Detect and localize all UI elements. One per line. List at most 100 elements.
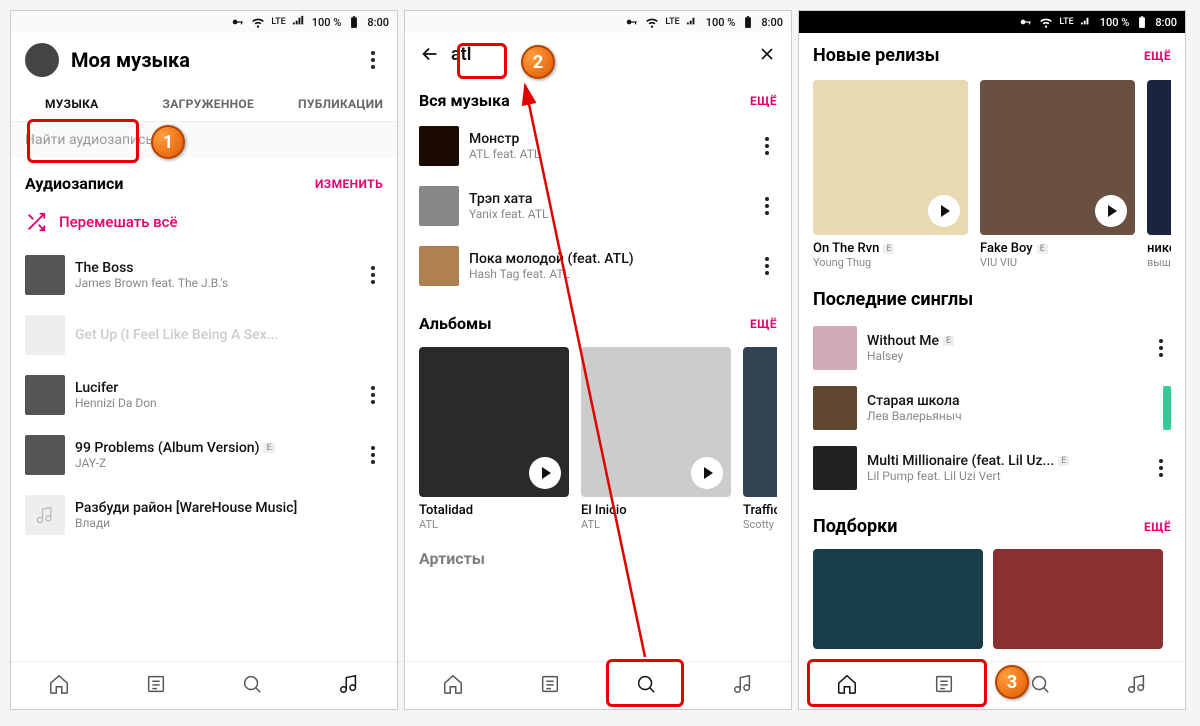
screen-search: LTE 100 % 8:00 Вся музыка ЕЩЁ МонстрATL f… <box>404 10 792 710</box>
release-card[interactable]: On The RvnEYoung Thug <box>813 80 968 265</box>
status-bar: LTE 100 % 8:00 <box>11 11 397 33</box>
nav-feed[interactable] <box>145 673 167 699</box>
nav-search[interactable] <box>1029 673 1051 699</box>
section-audio: Аудиозаписи <box>25 174 123 193</box>
section-singles: Последние синглы <box>813 289 973 310</box>
section-artists: Артисты <box>419 549 485 568</box>
nav-home[interactable] <box>48 673 70 699</box>
key-icon <box>1019 15 1033 29</box>
track-more-icon[interactable] <box>1151 458 1171 478</box>
track-row[interactable]: The BossJames Brown feat. The J.B.'s <box>25 247 383 303</box>
track-row[interactable]: Пока молодой (feat. ATL)Hash Tag feat. A… <box>419 238 777 294</box>
track-more-icon[interactable] <box>757 136 777 156</box>
track-row[interactable]: Get Up (I Feel Like Being A Sex... <box>25 307 383 363</box>
tab-publications[interactable]: ПУБЛИКАЦИИ <box>276 87 398 121</box>
key-icon <box>625 15 639 29</box>
screen-my-music: LTE 100 % 8:00 Моя музыка МУЗЫКА ЗАГРУЖЕ… <box>10 10 398 710</box>
header: Моя музыка <box>11 33 397 87</box>
status-lte: LTE <box>271 17 285 27</box>
status-battery: 100 % <box>1100 16 1130 29</box>
more-link[interactable]: ЕЩЁ <box>750 94 777 108</box>
section-releases: Новые релизы <box>813 45 940 66</box>
track-row[interactable]: МонстрATL feat. ATL <box>419 118 777 174</box>
album-card[interactable]: TotalidadATL <box>419 347 569 531</box>
shuffle-label: Перемешать всё <box>59 213 178 231</box>
status-bar: LTE 100 % 8:00 <box>405 11 791 33</box>
track-row[interactable]: Разбуди район [WareHouse Music]Влади <box>25 487 383 543</box>
track-more-icon[interactable] <box>757 256 777 276</box>
wifi-icon <box>251 15 265 29</box>
signal-icon <box>1080 15 1094 29</box>
tabs: МУЗЫКА ЗАГРУЖЕННОЕ ПУБЛИКАЦИИ <box>11 87 397 122</box>
music-note-icon <box>25 495 65 535</box>
search-field[interactable] <box>451 44 747 65</box>
content: Вся музыка ЕЩЁ МонстрATL feat. ATL Трэп х… <box>405 75 791 661</box>
track-more-icon[interactable] <box>757 196 777 216</box>
album-card[interactable]: El InicioATL <box>581 347 731 531</box>
more-link[interactable]: ЕЩЁ <box>750 317 777 331</box>
nav-feed[interactable] <box>539 673 561 699</box>
compilation-card[interactable] <box>813 549 983 649</box>
avatar[interactable] <box>25 43 59 77</box>
album-card[interactable]: Traffic Ja...Scotty ATL <box>743 347 777 531</box>
search-input[interactable]: Найти аудиозапись <box>11 122 397 158</box>
section-albums: Альбомы <box>419 314 491 333</box>
nav-feed[interactable] <box>933 673 955 699</box>
content: Новые релизы ЕЩЁ On The RvnEYoung Thug Fa… <box>799 33 1185 661</box>
more-icon[interactable] <box>363 50 383 70</box>
section-compilations: Подборки <box>813 516 897 537</box>
content: Аудиозаписи ИЗМЕНИТЬ Перемешать всё The … <box>11 158 397 661</box>
status-time: 8:00 <box>1155 16 1177 29</box>
status-lte: LTE <box>1059 17 1073 27</box>
status-lte: LTE <box>665 17 679 27</box>
bottom-nav <box>11 661 397 709</box>
status-time: 8:00 <box>761 16 783 29</box>
track-row[interactable]: Multi Millionaire (feat. Lil Uz...ELil P… <box>813 438 1171 498</box>
back-icon[interactable] <box>419 43 441 65</box>
nav-search[interactable] <box>635 673 657 699</box>
track-more-icon[interactable] <box>363 265 383 285</box>
play-icon[interactable] <box>529 457 561 489</box>
signal-icon <box>292 15 306 29</box>
search-header <box>405 33 791 75</box>
status-bar: LTE 100 % 8:00 <box>799 11 1185 33</box>
battery-icon <box>741 15 755 29</box>
callout-3: 3 <box>995 665 1029 699</box>
nav-music[interactable] <box>732 673 754 699</box>
track-more-icon[interactable] <box>363 445 383 465</box>
close-icon[interactable] <box>757 44 777 64</box>
screen-home: LTE 100 % 8:00 Новые релизы ЕЩЁ On The Rv… <box>798 10 1186 710</box>
play-icon[interactable] <box>1095 195 1127 227</box>
tab-music[interactable]: МУЗЫКА <box>23 87 121 121</box>
nav-music[interactable] <box>1126 673 1148 699</box>
wifi-icon <box>1039 15 1053 29</box>
more-link[interactable]: ЕЩЁ <box>1144 49 1171 63</box>
play-icon[interactable] <box>691 457 723 489</box>
nav-home[interactable] <box>836 673 858 699</box>
tab-downloaded[interactable]: ЗАГРУЖЕННОЕ <box>141 87 276 121</box>
track-row[interactable]: 99 Problems (Album Version)EJAY-Z <box>25 427 383 483</box>
shuffle-button[interactable]: Перемешать всё <box>25 201 383 243</box>
track-row[interactable]: Трэп хатаYanix feat. ATL <box>419 178 777 234</box>
track-more-icon[interactable] <box>1151 338 1171 358</box>
release-card[interactable]: Fake BoyEVIU VIU <box>980 80 1135 265</box>
status-battery: 100 % <box>312 16 342 29</box>
edit-button[interactable]: ИЗМЕНИТЬ <box>315 177 383 191</box>
nav-music[interactable] <box>338 673 360 699</box>
compilation-card[interactable] <box>993 549 1163 649</box>
release-card[interactable]: никогда...вышел по... <box>1147 80 1171 265</box>
signal-icon <box>686 15 700 29</box>
more-link[interactable]: ЕЩЁ <box>1144 520 1171 534</box>
callout-2: 2 <box>521 45 555 79</box>
nav-home[interactable] <box>442 673 464 699</box>
page-title: Моя музыка <box>71 48 351 72</box>
status-time: 8:00 <box>367 16 389 29</box>
section-all-music: Вся музыка <box>419 91 510 110</box>
nav-search[interactable] <box>241 673 263 699</box>
play-icon[interactable] <box>928 195 960 227</box>
track-row[interactable]: Without MeEHalsey <box>813 318 1171 378</box>
track-row[interactable]: Старая школаЛев Валерьяныч <box>813 378 1171 438</box>
track-more-icon[interactable] <box>363 385 383 405</box>
track-row[interactable]: LuciferHennizi Da Don <box>25 367 383 423</box>
callout-1: 1 <box>151 125 185 159</box>
